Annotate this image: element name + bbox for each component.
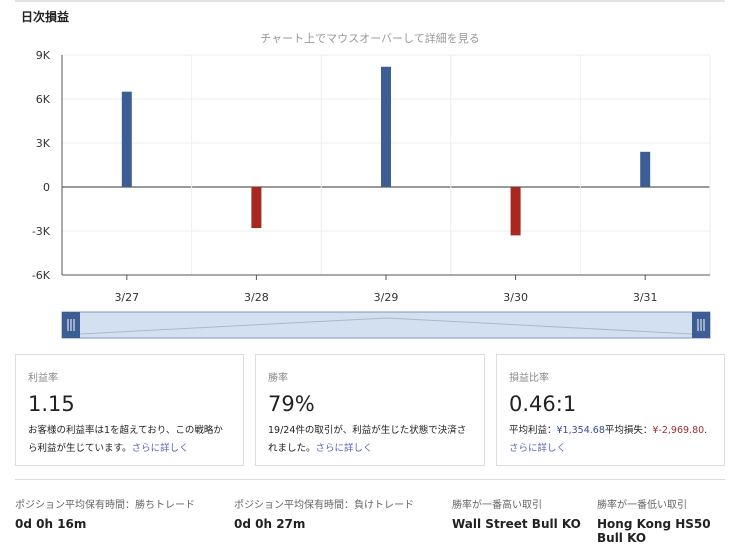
period: .	[704, 425, 708, 436]
learn-more-link[interactable]: さらに詳しく	[509, 443, 566, 454]
pnl-ratio-card: 損益比率 0.46:1 平均利益：¥1,354.68平均損失：¥-2,969.8…	[496, 354, 725, 466]
x-tick-label: 3/28	[244, 291, 269, 304]
learn-more-link[interactable]: さらに詳しく	[132, 443, 189, 454]
card-label: 利益率	[28, 373, 58, 384]
avg-profit-label: 平均利益：	[509, 425, 557, 436]
navigator-range[interactable]	[61, 311, 711, 339]
stat-best-trade: 勝率が一番高い取引 Wall Street Bull KO	[452, 496, 581, 531]
y-tick-label: 0	[43, 181, 50, 194]
stat-value: Wall Street Bull KO	[452, 517, 581, 531]
bar-3/27[interactable]	[121, 91, 132, 187]
bar-3/29[interactable]	[381, 66, 391, 187]
y-tick-label: -3K	[32, 225, 51, 238]
stat-worst-trade: 勝率が一番低い取引 Hong Kong HS50 Bull KO	[597, 496, 740, 545]
x-tick-label: 3/27	[114, 291, 139, 304]
daily-pnl-chart[interactable]: 9K 6K 3K 0 -3K -6K 3/27 3/28 3/29 3/30 3/31	[0, 0, 740, 345]
avg-profit-value: ¥1,354.68	[556, 425, 605, 436]
x-tick-label: 3/29	[374, 291, 399, 304]
bar-3/31[interactable]	[640, 151, 651, 187]
card-value: 79%	[268, 392, 315, 416]
stat-label: 勝率が一番低い取引	[597, 500, 687, 511]
card-value: 0.46:1	[509, 392, 577, 416]
learn-more-link[interactable]: さらに詳しく	[316, 443, 373, 454]
card-label: 損益比率	[509, 373, 549, 384]
stat-value: 0d 0h 16m	[15, 517, 87, 531]
stat-label: ポジション平均保有時間：勝ちトレード	[15, 500, 195, 511]
card-desc: お客様の利益率は1を超えており、この戦略から利益が生じています。	[28, 425, 223, 454]
bar-3/30[interactable]	[510, 187, 521, 236]
y-tick-label: 6K	[36, 93, 51, 106]
profit-factor-card: 利益率 1.15 お客様の利益率は1を超えており、この戦略から利益が生じています…	[15, 354, 244, 466]
divider	[15, 479, 725, 480]
avg-loss-value: ¥-2,969.80	[652, 425, 705, 436]
stat-avg-hold-win: ポジション平均保有時間：勝ちトレード 0d 0h 16m	[15, 496, 195, 531]
stat-label: ポジション平均保有時間：負けトレード	[234, 500, 414, 511]
y-tick-label: 9K	[36, 49, 51, 62]
x-tick-label: 3/30	[503, 291, 528, 304]
bar-3/28[interactable]	[251, 187, 262, 229]
card-label: 勝率	[268, 373, 288, 384]
y-tick-label: -6K	[32, 269, 51, 282]
stat-avg-hold-loss: ポジション平均保有時間：負けトレード 0d 0h 27m	[234, 496, 414, 531]
x-tick-label: 3/31	[633, 291, 658, 304]
stat-value: 0d 0h 27m	[234, 517, 306, 531]
avg-loss-label: 平均損失：	[604, 425, 653, 436]
card-value: 1.15	[28, 392, 75, 416]
stat-value: Hong Kong HS50 Bull KO	[597, 517, 711, 545]
win-rate-card: 勝率 79% 19/24件の取引が、利益が生じた状態で決済されました。さらに詳し…	[255, 354, 485, 466]
stat-label: 勝率が一番高い取引	[452, 500, 542, 511]
y-tick-label: 3K	[36, 137, 51, 150]
